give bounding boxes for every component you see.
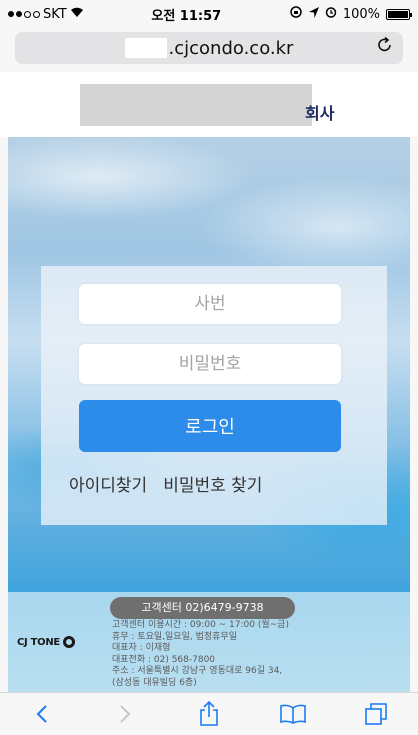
customer-center-badge[interactable]: 고객센터 02)6479-9738: [110, 597, 295, 619]
reload-icon[interactable]: [377, 36, 393, 59]
battery-icon: [386, 8, 412, 20]
status-bar: SKT 오전 11:57 100%: [0, 0, 418, 28]
footer-info-line: 주소 : 서울특별시 강남구 영동대로 96길 34,: [112, 666, 283, 676]
footer-info-line: 고객센터 이용시간 : 09:00 ~ 17:00 (월~금): [112, 620, 289, 630]
footer-info: 고객센터 이용시간 : 09:00 ~ 17:00 (월~금) 휴무 : 토요일…: [112, 620, 402, 689]
chevron-left-icon[interactable]: [22, 694, 62, 734]
logo-suffix: 회사: [305, 104, 335, 123]
battery-percent: 100%: [342, 6, 380, 22]
footer-info-line: 대표전화 : 02) 568-7800: [112, 654, 216, 665]
status-left: SKT: [8, 7, 84, 22]
share-icon[interactable]: [189, 694, 229, 734]
signal-strength-icon: [8, 10, 40, 18]
rotation-lock-icon: [289, 5, 303, 23]
status-time: 오전 11:57: [151, 8, 222, 24]
logo-redaction: [80, 84, 312, 126]
status-right: 100%: [289, 5, 412, 23]
hero-background: 로그인 아이디찾기 비밀번호 찾기: [8, 137, 410, 592]
footer-info-line: (삼성동 대유빌딩 6층): [112, 677, 197, 688]
wifi-icon: [70, 7, 84, 22]
find-links: 아이디찾기 비밀번호 찾기: [69, 471, 262, 496]
carrier-name: SKT: [43, 6, 67, 22]
book-icon[interactable]: [273, 694, 313, 734]
footer: CJ TONE 고객센터 02)6479-9738 고객센터 이용시간 : 09…: [8, 592, 410, 692]
footer-info-line: 대표자 : 이재형: [112, 643, 171, 653]
tabs-icon[interactable]: [356, 694, 396, 734]
url-redaction: [124, 38, 167, 58]
logo-circle-icon: [62, 636, 75, 648]
login-panel: 로그인 아이디찾기 비밀번호 찾기: [41, 266, 387, 525]
address-bar[interactable]: .cjcondo.co.kr: [15, 32, 403, 64]
login-button[interactable]: 로그인: [79, 400, 341, 452]
employee-id-input[interactable]: [79, 284, 341, 324]
alarm-icon: [325, 6, 337, 22]
url-text: .cjcondo.co.kr: [168, 37, 294, 59]
find-password-link[interactable]: 비밀번호 찾기: [163, 471, 262, 496]
logo-text: CJ TONE: [17, 636, 60, 648]
find-id-link[interactable]: 아이디찾기: [69, 471, 147, 496]
site-header: 회사: [0, 72, 418, 137]
browser-toolbar: [0, 692, 418, 735]
password-input[interactable]: [79, 344, 341, 384]
cj-tone-logo: CJ TONE: [17, 636, 75, 648]
location-icon: [308, 6, 319, 22]
footer-info-line: 휴무 : 토요일,일요일, 법정휴무일: [112, 631, 237, 642]
chevron-right-icon[interactable]: [105, 694, 145, 734]
